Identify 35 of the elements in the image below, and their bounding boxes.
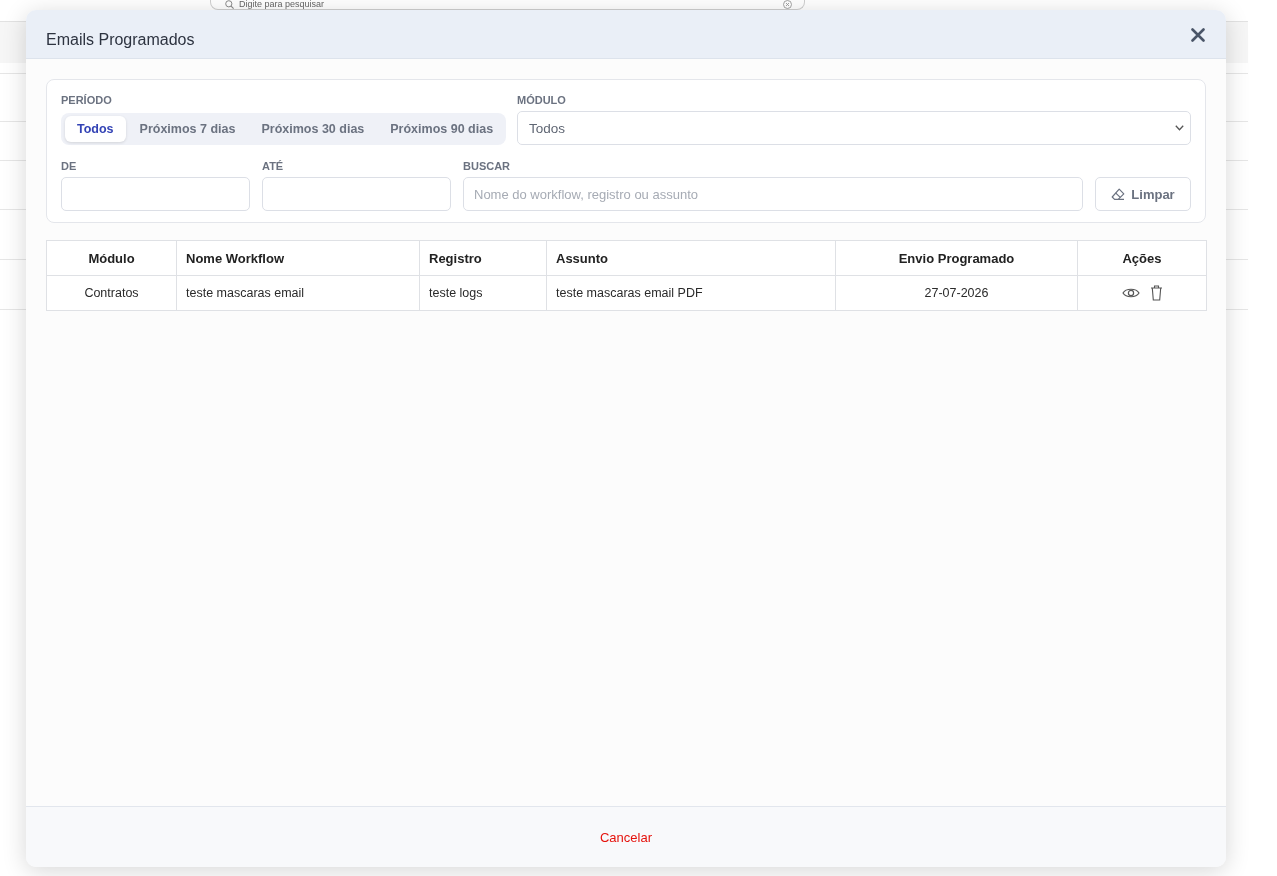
clear-icon[interactable]: [783, 0, 792, 9]
column-header: Módulo: [46, 240, 177, 276]
clear-button[interactable]: Limpar: [1095, 177, 1191, 211]
search-field[interactable]: Digite para pesquisar: [210, 0, 805, 10]
search-icon: [225, 0, 234, 9]
table-cell: teste mascaras email: [176, 275, 420, 311]
column-header: Registro: [419, 240, 547, 276]
close-icon[interactable]: [1191, 28, 1205, 42]
trash-icon[interactable]: [1149, 285, 1163, 301]
table-cell: teste logs: [419, 275, 547, 311]
column-header: Assunto: [546, 240, 836, 276]
module-select[interactable]: Todos: [517, 111, 1191, 145]
cancel-button[interactable]: Cancelar: [592, 825, 660, 849]
column-header: Envio Programado: [835, 240, 1078, 276]
chevron-down-icon: [1175, 125, 1184, 131]
column-header: Ações: [1077, 240, 1207, 276]
date-input[interactable]: [262, 177, 451, 211]
field-label: MÓDULO: [517, 93, 566, 107]
period-tab[interactable]: Todos: [65, 116, 126, 142]
eraser-icon: [1111, 187, 1126, 201]
table-cell: Contratos: [46, 275, 177, 311]
period-tab[interactable]: Próximos 30 dias: [249, 116, 377, 142]
period-tab[interactable]: Próximos 7 dias: [127, 116, 248, 142]
eye-icon[interactable]: [1121, 287, 1140, 299]
field-label: DE: [61, 159, 77, 173]
table-cell: teste mascaras email PDF: [546, 275, 836, 311]
field-label: ATÉ: [262, 159, 284, 173]
dialog-title: Emails Programados: [46, 29, 195, 50]
table-cell: 27-07-2026: [835, 275, 1078, 311]
field-label: BUSCAR: [463, 159, 511, 173]
column-header: Nome Workflow: [176, 240, 420, 276]
field-label: PERÍODO: [61, 93, 112, 107]
date-input[interactable]: [61, 177, 250, 211]
period-tab[interactable]: Próximos 90 dias: [378, 116, 506, 142]
search-input[interactable]: Nome do workflow, registro ou assunto: [463, 177, 1083, 211]
